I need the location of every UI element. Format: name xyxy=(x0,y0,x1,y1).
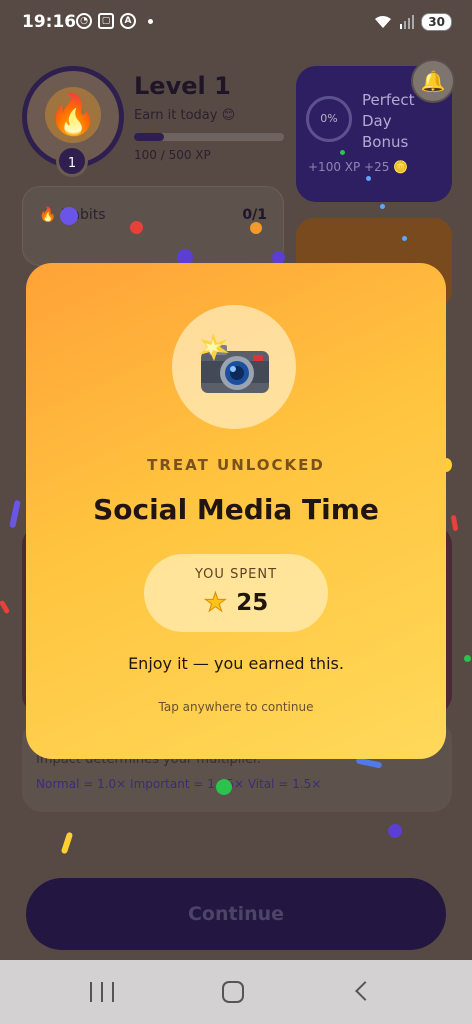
xp-progress-fill xyxy=(134,133,164,141)
confetti-dot xyxy=(402,236,407,241)
confetti-dot xyxy=(380,204,385,209)
bonus-progress-ring: 0% xyxy=(306,96,352,142)
star-icon: ★ xyxy=(203,588,228,619)
confetti-dot xyxy=(340,150,345,155)
camera-flash-icon xyxy=(199,333,269,393)
treat-unlocked-label: TREAT UNLOCKED xyxy=(147,456,325,474)
level-badge: 1 xyxy=(56,145,88,177)
fire-mascot-icon: 🔥 xyxy=(45,87,101,143)
tap-to-continue-hint: Tap anywhere to continue xyxy=(158,700,314,714)
recents-icon[interactable] xyxy=(90,982,114,1002)
confetti-dot xyxy=(366,176,371,181)
treat-title: Social Media Time xyxy=(93,493,379,526)
system-nav-bar xyxy=(0,960,472,1024)
habits-count: 0/1 xyxy=(242,207,267,223)
bonus-reward: +100 XP +25 🪙 xyxy=(308,160,409,174)
level-title: Level 1 xyxy=(134,72,231,100)
habits-card[interactable]: 🔥 Habits 0/1 xyxy=(22,186,284,266)
treat-unlocked-modal[interactable]: TREAT UNLOCKED Social Media Time YOU SPE… xyxy=(26,263,446,759)
earn-today-text: Earn it today 😊 xyxy=(134,108,236,123)
confetti-dot xyxy=(464,655,471,662)
spent-label: YOU SPENT xyxy=(194,567,278,582)
confetti-dot xyxy=(250,222,262,234)
multiplier-text: Normal = 1.0× Important = 1.25× Vital = … xyxy=(36,777,322,791)
bell-icon[interactable]: 🔔 xyxy=(411,59,455,103)
continue-button[interactable]: Continue xyxy=(26,878,446,950)
spent-pill: YOU SPENT ★ 25 xyxy=(144,554,328,632)
confetti-dot xyxy=(216,779,232,795)
confetti-dot xyxy=(130,221,143,234)
xp-text: 100 / 500 XP xyxy=(134,148,211,162)
enjoy-message: Enjoy it — you earned this. xyxy=(128,654,344,673)
confetti-dot xyxy=(60,207,78,225)
back-icon[interactable] xyxy=(355,981,375,1001)
home-icon[interactable] xyxy=(222,981,244,1003)
confetti-dot xyxy=(388,824,402,838)
xp-progress-bar xyxy=(134,133,284,141)
treat-icon-circle xyxy=(172,305,296,429)
spent-value: 25 xyxy=(236,590,269,616)
